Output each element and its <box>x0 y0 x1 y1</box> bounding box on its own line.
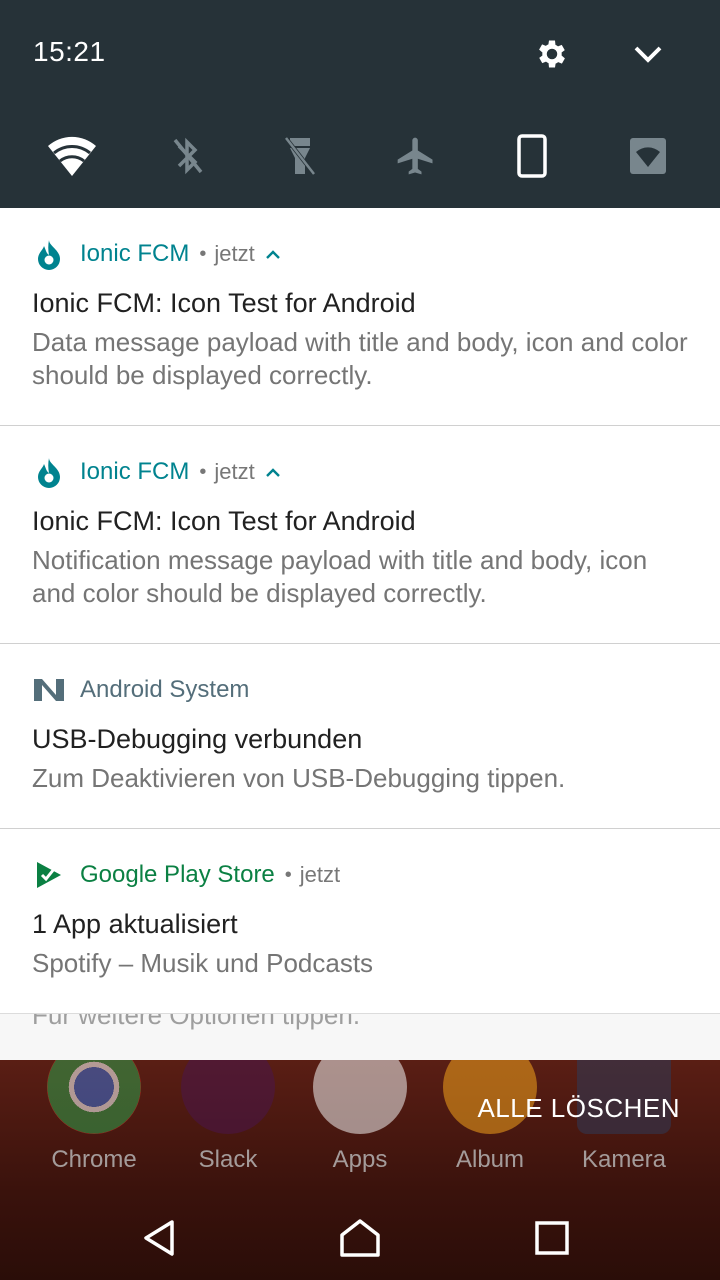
back-button[interactable] <box>132 1210 188 1266</box>
notification-title: Ionic FCM: Icon Test for Android <box>32 288 416 318</box>
dock-label: Kamera <box>581 1146 667 1173</box>
notification-card[interactable]: Ionic FCM • jetzt Ionic FCM: Icon Test f… <box>0 208 720 426</box>
qs-bluetooth-toggle[interactable] <box>159 128 215 184</box>
flame-icon <box>33 238 65 270</box>
home-button[interactable] <box>332 1210 388 1266</box>
dock-app-chrome[interactable]: Chrome <box>34 1060 154 1174</box>
notification-header: Android System <box>33 674 249 706</box>
status-time: 15:21 <box>33 36 106 67</box>
dock-label: Chrome <box>51 1146 137 1173</box>
dock-app-drawer[interactable]: Apps <box>300 1060 420 1174</box>
apps-grid-icon <box>313 1060 407 1134</box>
play-store-icon <box>33 859 65 891</box>
recents-square-icon <box>535 1221 569 1255</box>
back-triangle-icon <box>144 1220 174 1256</box>
notification-body: Zum Deaktivieren von USB-Debugging tippe… <box>32 763 566 793</box>
notification-header: Ionic FCM • jetzt <box>33 238 281 270</box>
notification-title: USB-Debugging verbunden <box>32 724 363 754</box>
home-icon <box>340 1219 380 1257</box>
hotspot-icon <box>630 138 666 174</box>
notification-card[interactable]: Android System USB-Debugging verbunden Z… <box>0 644 720 829</box>
portrait-rotation-icon <box>517 134 547 178</box>
expand-chevron-up-icon[interactable] <box>265 248 281 260</box>
notification-header: Ionic FCM • jetzt <box>33 456 281 488</box>
dock-label: Slack <box>198 1146 258 1173</box>
qs-airplane-toggle[interactable] <box>388 128 444 184</box>
notification-body: Spotify – Musik und Podcasts <box>32 948 374 978</box>
notification-body: Notification message payload with title … <box>32 545 648 608</box>
collapse-shade-button[interactable] <box>628 34 668 74</box>
app-name: Android System <box>80 676 250 703</box>
recents-button[interactable] <box>524 1210 580 1266</box>
expand-chevron-up-icon[interactable] <box>265 466 281 478</box>
notification-title: 1 App aktualisiert <box>32 909 238 939</box>
wifi-icon <box>48 136 96 176</box>
peek-text: Für weitere Optionen tippen. <box>32 1013 361 1030</box>
dock-label: Apps <box>332 1146 388 1173</box>
notification-header: Google Play Store • jetzt <box>33 859 340 891</box>
notification-time: jetzt <box>299 862 341 887</box>
gear-icon <box>539 40 565 68</box>
dock-label: Album <box>455 1146 525 1173</box>
settings-button[interactable] <box>532 34 572 74</box>
flame-icon <box>33 456 65 488</box>
qs-flashlight-toggle[interactable] <box>272 128 328 184</box>
separator-dot: • <box>199 460 207 483</box>
app-name: Ionic FCM <box>80 458 190 485</box>
notification-time: jetzt <box>214 241 255 266</box>
slack-icon <box>181 1060 275 1134</box>
qs-hotspot-toggle[interactable] <box>620 128 676 184</box>
notification-time: jetzt <box>214 459 255 484</box>
clear-all-button[interactable]: ALLE LÖSCHEN <box>477 1093 680 1124</box>
separator-dot: • <box>284 863 292 886</box>
notification-card[interactable]: Ionic FCM • jetzt Ionic FCM: Icon Test f… <box>0 426 720 644</box>
chevron-down-icon <box>634 46 662 63</box>
airplane-mode-icon <box>397 137 433 175</box>
collapsed-notification-peek[interactable]: Für weitere Optionen tippen. <box>0 1013 720 1061</box>
notification-card[interactable]: Google Play Store • jetzt 1 App aktualis… <box>0 829 720 1014</box>
app-name: Ionic FCM <box>80 240 190 267</box>
navigation-bar <box>0 1190 720 1280</box>
dock-app-slack[interactable]: Slack <box>168 1060 288 1174</box>
notification-title: Ionic FCM: Icon Test for Android <box>32 506 416 536</box>
separator-dot: • <box>199 242 207 265</box>
notification-shade-header: 15:21 <box>0 0 720 208</box>
app-name: Google Play Store <box>80 861 275 888</box>
android-n-icon <box>33 674 65 706</box>
bluetooth-off-icon <box>173 137 203 175</box>
notification-body: Data message payload with title and body… <box>32 327 688 390</box>
flashlight-off-icon <box>284 136 316 176</box>
chrome-icon <box>47 1060 141 1134</box>
qs-rotation-toggle[interactable] <box>504 128 560 184</box>
qs-wifi-toggle[interactable] <box>44 128 100 184</box>
